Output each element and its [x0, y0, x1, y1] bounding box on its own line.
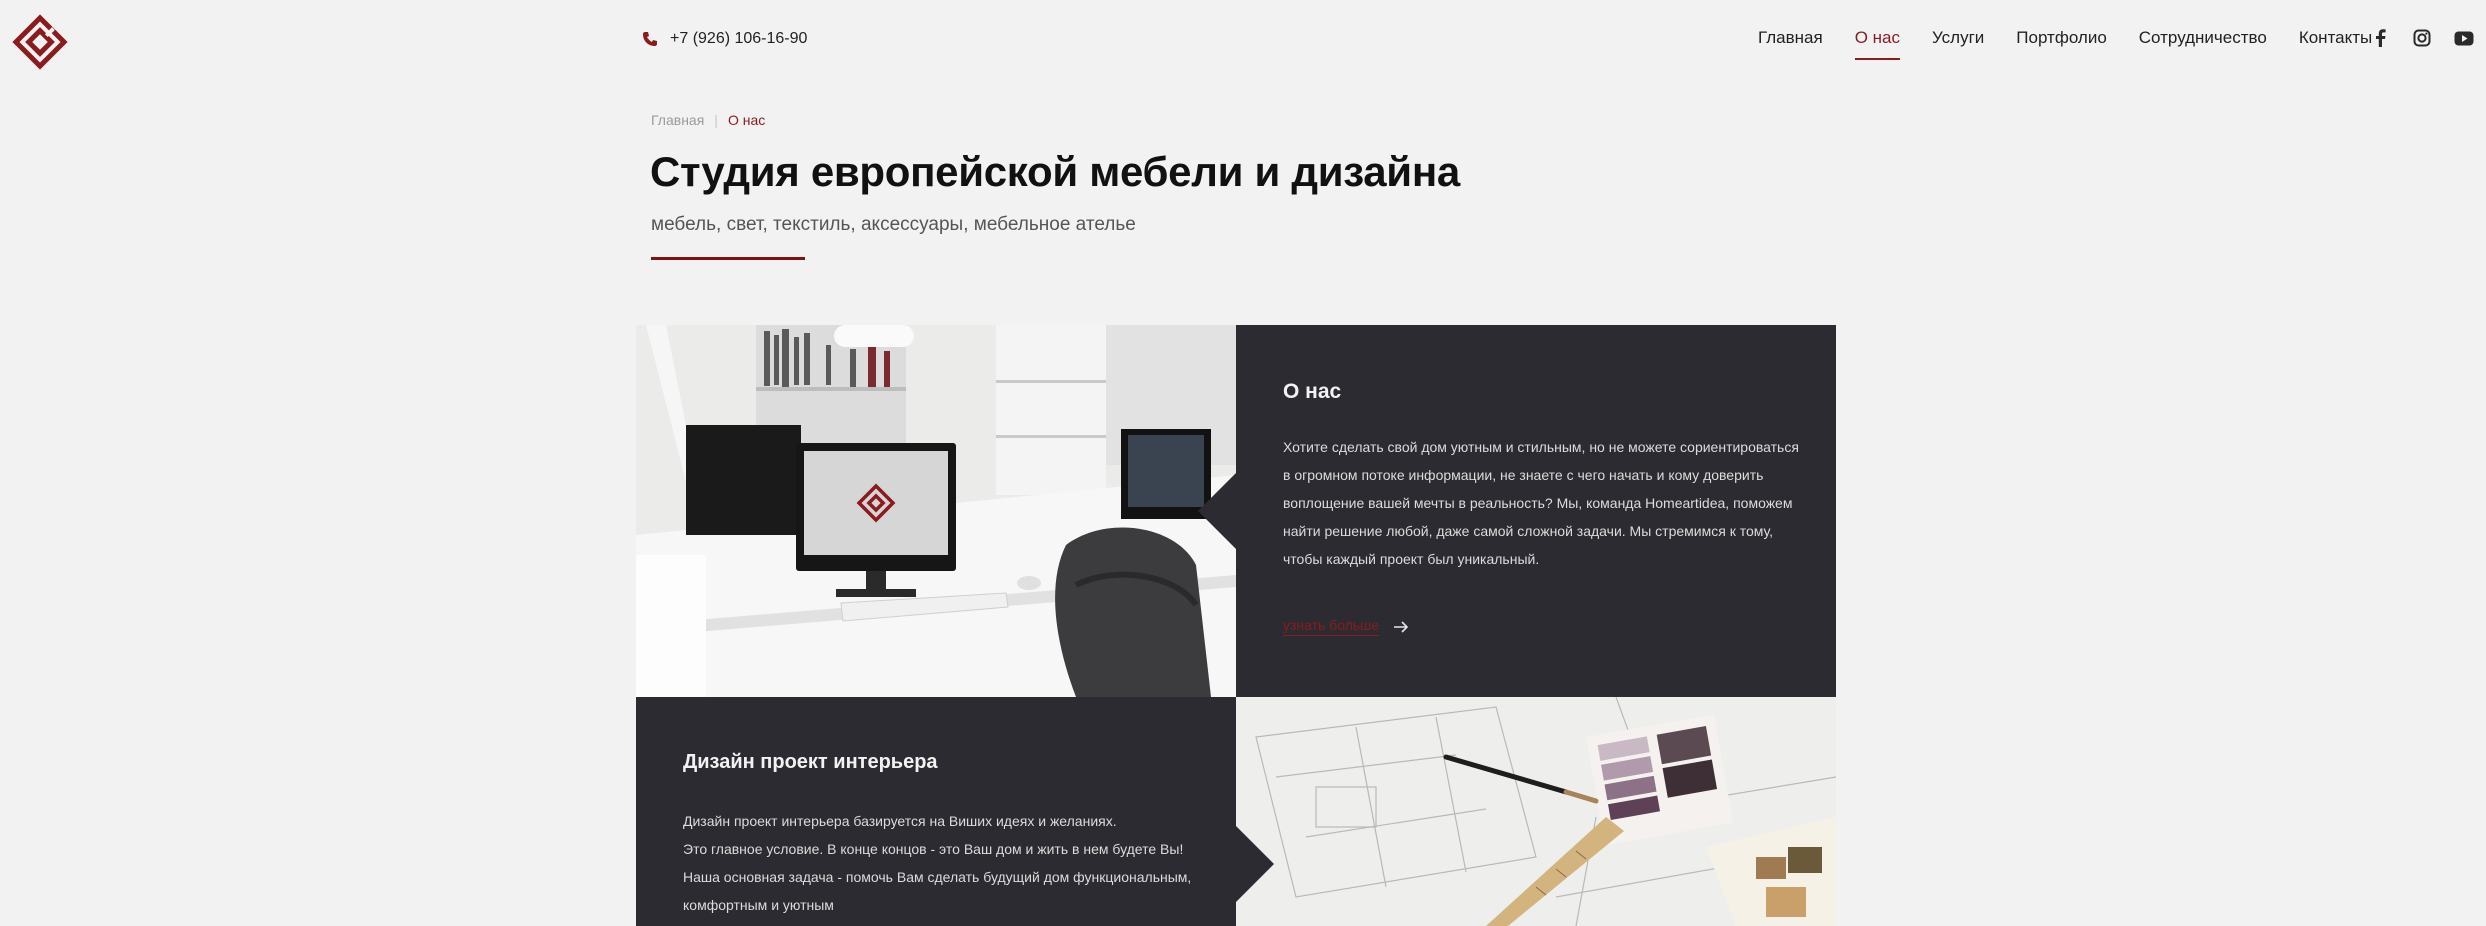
- design-text-line: Это главное условие. В конце концов - эт…: [683, 841, 1184, 857]
- phone-icon: [643, 32, 657, 46]
- header-phone[interactable]: +7 (926) 106-16-90: [642, 30, 807, 48]
- nav-cooperation[interactable]: Сотрудничество: [2139, 28, 2267, 48]
- design-text-line: Дизайн проект интерьера базируется на Ви…: [683, 813, 1117, 829]
- about-card: О нас Хотите сделать свой дом уютным и с…: [1236, 325, 1836, 697]
- youtube-icon[interactable]: [2454, 28, 2474, 48]
- breadcrumb-home[interactable]: Главная: [651, 112, 704, 128]
- design-text: Дизайн проект интерьера базируется на Ви…: [683, 807, 1223, 919]
- nav-services[interactable]: Услуги: [1932, 28, 1984, 48]
- design-title: Дизайн проект интерьера: [683, 751, 938, 773]
- nav-portfolio[interactable]: Портфолио: [2016, 28, 2106, 48]
- learn-more-label: узнать больше: [1283, 617, 1380, 636]
- brand-logo[interactable]: [12, 14, 68, 70]
- arrow-right-icon: [1394, 620, 1409, 633]
- about-notch: [1198, 473, 1236, 549]
- learn-more-link[interactable]: узнать больше: [1283, 617, 1409, 636]
- nav-about[interactable]: О нас: [1854, 28, 1901, 60]
- page-subtitle: мебель, свет, текстиль, аксессуары, мебе…: [651, 214, 1136, 235]
- facebook-icon[interactable]: [2370, 28, 2390, 48]
- main-nav: Главная О нас Услуги Портфолио Сотруднич…: [1758, 28, 2372, 60]
- about-title: О нас: [1283, 380, 1342, 403]
- breadcrumb-current: О нас: [727, 112, 766, 128]
- design-text-line: комфортным и уютным: [683, 897, 834, 913]
- about-text: Хотите сделать свой дом уютным и стильны…: [1283, 439, 1799, 567]
- social-links: [2370, 28, 2474, 48]
- instagram-icon[interactable]: [2412, 28, 2432, 48]
- office-photo: [636, 325, 1236, 697]
- nav-home[interactable]: Главная: [1758, 28, 1823, 48]
- phone-number: +7 (926) 106-16-90: [670, 30, 808, 47]
- design-notch: [1236, 826, 1274, 902]
- nav-contacts[interactable]: Контакты: [2299, 28, 2372, 48]
- breadcrumb: Главная | О нас: [651, 112, 765, 128]
- design-card: Дизайн проект интерьера Дизайн проект ин…: [636, 697, 1236, 926]
- title-underline: [651, 257, 805, 260]
- page-title: Студия европейской мебели и дизайна: [650, 148, 1460, 195]
- blueprint-photo: [1236, 697, 1836, 926]
- breadcrumb-separator: |: [714, 112, 718, 128]
- design-text-line: Наша основная задача - помочь Вам сделат…: [683, 869, 1192, 885]
